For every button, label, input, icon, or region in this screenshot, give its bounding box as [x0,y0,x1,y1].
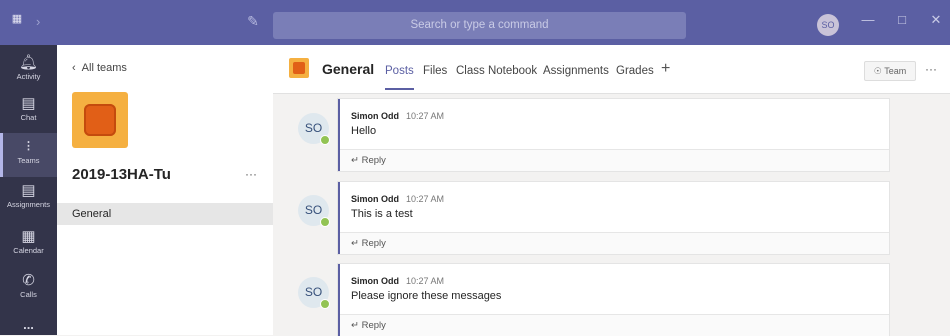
channel-logo [289,58,309,78]
add-tab-button[interactable]: + [661,60,670,78]
rail-assignments[interactable]: ▤ Assignments [0,183,57,219]
rail-label: Calls [20,290,37,299]
team-name: 2019-13HA-Tu [72,166,171,183]
post-message: Hello [351,125,377,137]
close-icon[interactable]: ✕ [926,12,946,28]
tab-grades[interactable]: Grades [616,65,654,77]
minimize-icon[interactable]: — [858,12,878,27]
rail-calendar[interactable]: ▦ Calendar [0,229,57,265]
assignments-icon: ▤ [21,182,36,199]
tab-class-notebook[interactable]: Class Notebook [456,65,537,77]
rail-label: Teams [17,156,40,165]
bell-icon: 🔔︎ [18,54,39,71]
tab-files[interactable]: Files [423,65,447,77]
presence-available-icon [320,299,330,309]
post-time: 10:27 AM [406,194,445,204]
rail-label: Calendar [13,246,44,255]
compose-icon[interactable]: ✎ [244,12,262,30]
post: Simon Odd 10:27 AM Hello ↵ Reply [338,99,889,171]
conversation-feed: SO Simon Odd 10:27 AM Hello ↵ Reply SO S… [273,94,950,336]
rail-activity[interactable]: 🔔︎ Activity [0,55,57,91]
avatar-initials: SO [304,285,323,299]
team-more-button[interactable]: ··· [245,167,257,181]
rail-label: Activity [16,72,41,81]
all-teams-link[interactable]: ‹ All teams [72,62,127,74]
phone-icon: ✆ [22,272,35,289]
rail-calls[interactable]: ✆ Calls [0,273,57,309]
eye-icon: ☉ [873,66,882,76]
app-rail: 🔔︎ Activity ▤ Chat ⁝ Teams ▤ Assignments… [0,45,57,335]
presence-available-icon [320,135,330,145]
tab-assignments[interactable]: Assignments [543,65,609,77]
post-author[interactable]: Simon Odd [351,111,399,121]
post-message: Please ignore these messages [351,290,502,302]
tab-posts[interactable]: Posts [385,65,414,90]
presence-available-icon [320,217,330,227]
teams-icon: ⁝ [26,138,31,155]
chat-icon: ▤ [21,95,36,112]
team-logo [72,92,128,148]
calendar-icon: ▦ [21,228,36,245]
post: Simon Odd 10:27 AM This is a test ↵ Repl… [338,182,889,254]
avatar[interactable]: SO [298,113,330,145]
reply-label: Reply [361,320,386,331]
rail-chat[interactable]: ▤ Chat [0,96,57,132]
avatar-initials: SO [304,203,323,217]
reply-icon: ↵ [351,155,359,166]
reply-label: Reply [361,238,386,249]
post: Simon Odd 10:27 AM Please ignore these m… [338,264,889,336]
maximize-icon[interactable]: □ [892,12,912,27]
chevron-left-icon: ‹ [72,62,76,74]
title-bar: ▦ › ✎ Search or type a command SO — □ ✕ [0,0,950,45]
reply-button[interactable]: ↵ Reply [340,314,889,336]
post-author[interactable]: Simon Odd [351,276,399,286]
post-message: This is a test [351,208,413,220]
rail-more[interactable]: ... [0,317,57,333]
channel-item-general[interactable]: General [57,203,273,225]
teams-app-icon: ▦ [11,13,23,25]
back-arrow-icon[interactable]: › [36,14,40,29]
post-time: 10:27 AM [406,111,445,121]
post-author[interactable]: Simon Odd [351,194,399,204]
avatar[interactable]: SO [298,277,330,309]
reply-icon: ↵ [351,238,359,249]
search-input[interactable]: Search or type a command [273,12,686,39]
team-button[interactable]: ☉ Team [864,61,916,81]
rail-teams[interactable]: ⁝ Teams [0,133,57,177]
reply-label: Reply [361,155,386,166]
rail-label: Assignments [7,200,50,209]
channel-title: General [322,61,375,77]
channel-header: General Posts Files Class Notebook Assig… [273,45,950,94]
avatar-initials: SO [304,121,323,135]
reply-button[interactable]: ↵ Reply [340,232,889,254]
all-teams-label: All teams [81,62,127,74]
header-more-button[interactable]: ··· [925,62,937,76]
rail-label: Chat [20,113,37,122]
team-pane: ‹ All teams 2019-13HA-Tu ··· General [57,45,273,335]
post-time: 10:27 AM [406,276,445,286]
channel-label: General [72,208,112,220]
reply-button[interactable]: ↵ Reply [340,149,889,171]
reply-icon: ↵ [351,320,359,331]
avatar[interactable]: SO [298,195,330,227]
user-avatar[interactable]: SO [817,14,839,36]
team-button-label: Team [884,66,907,76]
